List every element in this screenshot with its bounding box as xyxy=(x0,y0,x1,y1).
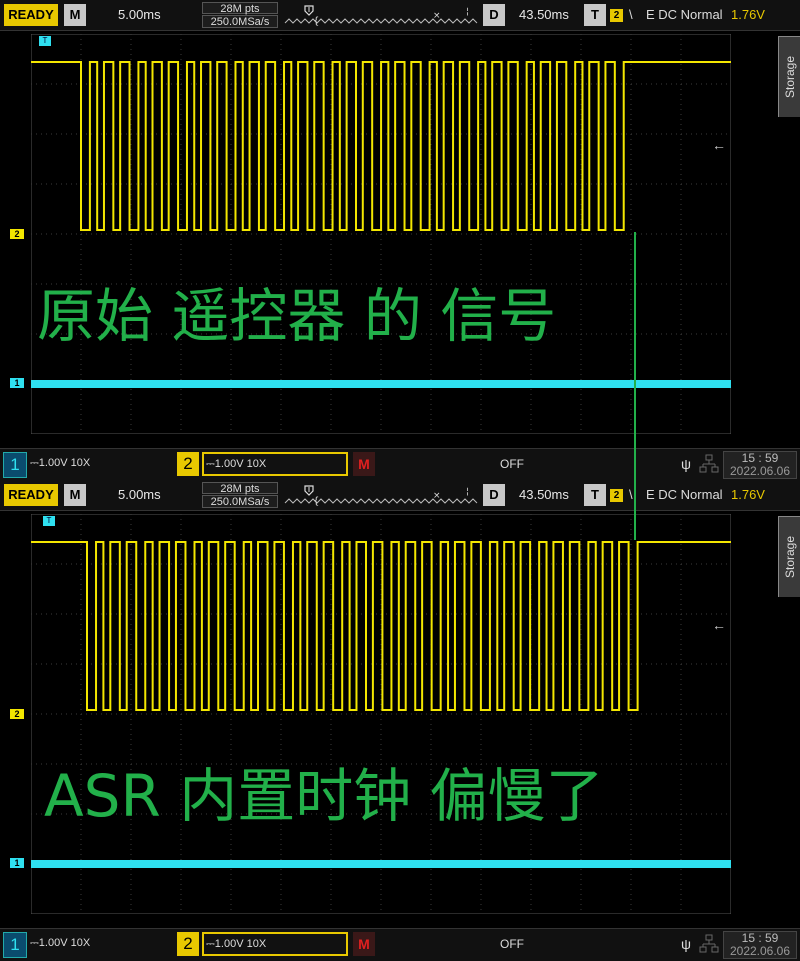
trigger-time-marker[interactable]: T xyxy=(43,516,55,526)
usb-icon: ψ xyxy=(681,936,691,952)
usb-icon: ψ xyxy=(681,456,691,472)
channel-2-scale-text: 1.00V 10X xyxy=(214,938,267,950)
svg-text:{: { xyxy=(313,16,319,27)
clock-date: 2022.06.06 xyxy=(729,464,791,478)
channel-1-waveform xyxy=(31,860,731,868)
channel-1-ground-marker[interactable]: 1 xyxy=(10,378,24,388)
trigger-level-arrow-icon[interactable]: ← xyxy=(712,617,726,633)
dc-coupling-icon: ⎓ xyxy=(206,458,215,470)
trigger-slope-icon: \ xyxy=(629,7,633,22)
channel-2-ground-marker[interactable]: 2 xyxy=(10,709,24,719)
waveform-grid[interactable] xyxy=(31,34,731,434)
scope-screen-bottom: READY M 5.00ms 28M pts 250.0MSa/s { × ¦ … xyxy=(0,480,800,961)
svg-text:×: × xyxy=(433,491,441,501)
channel-1-scale[interactable]: ⎓1.00V 10X xyxy=(30,457,170,470)
trigger-position-icon xyxy=(304,485,314,496)
status-bar: READY M 5.00ms 28M pts 250.0MSa/s { × ¦ … xyxy=(0,0,800,31)
trigger-level-readout[interactable]: 1.76V xyxy=(731,4,771,26)
math-state: OFF xyxy=(500,457,524,471)
delay-button[interactable]: D xyxy=(483,4,505,26)
horizontal-delay-readout[interactable]: 43.50ms xyxy=(519,484,579,506)
timebase-readout[interactable]: 5.00ms xyxy=(118,484,178,506)
math-button[interactable]: M xyxy=(353,452,375,476)
sample-rate-readout: 250.0MSa/s xyxy=(202,495,278,508)
delay-button[interactable]: D xyxy=(483,484,505,506)
math-button[interactable]: M xyxy=(353,932,375,956)
overlay-annotation: ASR 内置时钟 偏慢了 xyxy=(44,762,604,830)
clock-date: 2022.06.06 xyxy=(729,944,791,958)
run-status-badge[interactable]: READY xyxy=(4,4,58,26)
math-state: OFF xyxy=(500,937,524,951)
trigger-position-bar[interactable]: { × ¦ xyxy=(283,2,478,28)
channel-1-scale[interactable]: ⎓1.00V 10X xyxy=(30,937,170,950)
svg-text:¦: ¦ xyxy=(466,7,469,17)
channel-1-button[interactable]: 1 xyxy=(3,932,27,958)
channel-2-scale[interactable]: ⎓1.00V 10X xyxy=(202,932,348,956)
overlay-annotation: 原始 遥控器 的 信号 xyxy=(37,282,557,350)
run-status-badge[interactable]: READY xyxy=(4,484,58,506)
comparison-connector-line xyxy=(634,232,636,540)
trigger-time-marker[interactable]: T xyxy=(39,36,51,46)
trigger-position-bar[interactable]: { × ¦ xyxy=(283,482,478,508)
channel-2-button[interactable]: 2 xyxy=(177,932,199,956)
trigger-mode-readout[interactable]: E DC Normal xyxy=(646,4,728,26)
channel-2-scale[interactable]: ⎓1.00V 10X xyxy=(202,452,348,476)
dc-coupling-icon: ⎓ xyxy=(30,937,39,949)
storage-tab[interactable]: Storage xyxy=(778,516,800,597)
svg-text:¦: ¦ xyxy=(466,487,469,497)
trigger-button[interactable]: T xyxy=(584,4,606,26)
sample-rate-readout: 250.0MSa/s xyxy=(202,15,278,28)
memory-depth-readout: 28M pts xyxy=(202,2,278,15)
timebase-readout[interactable]: 5.00ms xyxy=(118,4,178,26)
channel-2-button[interactable]: 2 xyxy=(177,452,199,476)
network-icon xyxy=(699,934,719,953)
horizontal-delay-readout[interactable]: 43.50ms xyxy=(519,4,579,26)
waveform-grid[interactable] xyxy=(31,514,731,914)
storage-tab[interactable]: Storage xyxy=(778,36,800,117)
trigger-channel-badge: 2 xyxy=(610,489,623,502)
trigger-level-readout[interactable]: 1.76V xyxy=(731,484,771,506)
svg-text:×: × xyxy=(433,11,441,21)
channel-bar: 1 ⎓1.00V 10X 2 ⎓1.00V 10X M OFF ψ 15 : 5… xyxy=(0,448,800,481)
channel-2-ground-marker[interactable]: 2 xyxy=(10,229,24,239)
menu-button[interactable]: M xyxy=(64,4,86,26)
trigger-channel-badge: 2 xyxy=(610,9,623,22)
storage-tab-label: Storage xyxy=(783,55,797,99)
status-bar: READY M 5.00ms 28M pts 250.0MSa/s { × ¦ … xyxy=(0,480,800,511)
channel-bar: 1 ⎓1.00V 10X 2 ⎓1.00V 10X M OFF ψ 15 : 5… xyxy=(0,928,800,961)
trigger-mode-readout[interactable]: E DC Normal xyxy=(646,484,728,506)
channel-1-waveform xyxy=(31,380,731,388)
memory-depth-readout: 28M pts xyxy=(202,482,278,495)
network-icon xyxy=(699,454,719,473)
trigger-position-icon xyxy=(304,5,314,16)
dc-coupling-icon: ⎓ xyxy=(30,457,39,469)
dc-coupling-icon: ⎓ xyxy=(206,938,215,950)
channel-1-ground-marker[interactable]: 1 xyxy=(10,858,24,868)
trigger-level-arrow-icon[interactable]: ← xyxy=(712,137,726,153)
channel-1-scale-text: 1.00V 10X xyxy=(38,457,91,469)
trigger-slope-icon: \ xyxy=(629,487,633,502)
storage-tab-label: Storage xyxy=(783,535,797,579)
clock: 15 : 59 2022.06.06 xyxy=(723,931,797,959)
scope-screen-top: READY M 5.00ms 28M pts 250.0MSa/s { × ¦ … xyxy=(0,0,800,481)
menu-button[interactable]: M xyxy=(64,484,86,506)
trigger-button[interactable]: T xyxy=(584,484,606,506)
channel-2-scale-text: 1.00V 10X xyxy=(214,458,267,470)
channel-1-button[interactable]: 1 xyxy=(3,452,27,478)
svg-text:{: { xyxy=(313,496,319,507)
channel-1-scale-text: 1.00V 10X xyxy=(38,937,91,949)
clock: 15 : 59 2022.06.06 xyxy=(723,451,797,479)
